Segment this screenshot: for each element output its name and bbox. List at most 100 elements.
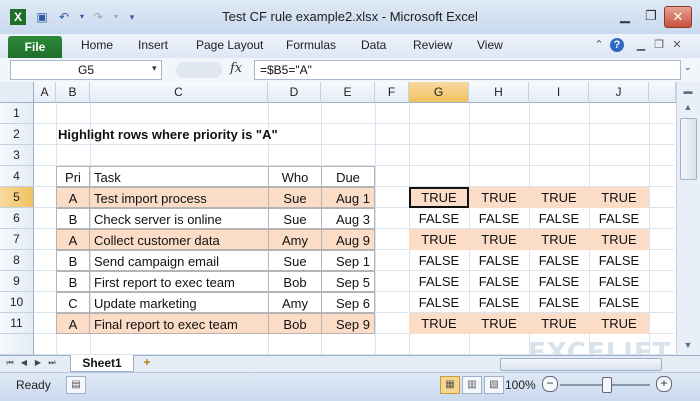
- cell-pri[interactable]: B: [56, 271, 90, 292]
- cell-result-h[interactable]: FALSE: [469, 292, 529, 313]
- cell-result-g[interactable]: FALSE: [409, 208, 469, 229]
- scroll-down-icon[interactable]: ▼: [680, 338, 696, 352]
- cell-result-j[interactable]: TRUE: [589, 187, 649, 208]
- cell-who[interactable]: Sue: [268, 208, 322, 229]
- expand-formula-bar-icon[interactable]: ⌄: [684, 62, 692, 73]
- cell-who[interactable]: Bob: [268, 271, 322, 292]
- cell-due[interactable]: Sep 5: [321, 271, 375, 292]
- cell-due[interactable]: Sep 6: [321, 292, 375, 313]
- tab-page-layout[interactable]: Page Layout: [196, 38, 263, 52]
- cell-result-h[interactable]: FALSE: [469, 271, 529, 292]
- last-sheet-icon[interactable]: ⏭: [46, 357, 58, 369]
- cell-result-j[interactable]: TRUE: [589, 313, 649, 334]
- active-cell-g5[interactable]: TRUE: [409, 187, 469, 208]
- page-layout-view-icon[interactable]: ▥: [462, 376, 482, 394]
- row-header-3[interactable]: 3: [0, 145, 34, 166]
- cell-result-g[interactable]: FALSE: [409, 250, 469, 271]
- tab-file[interactable]: File: [8, 36, 62, 58]
- column-header-e[interactable]: E: [321, 82, 375, 103]
- row-header-2[interactable]: 2: [0, 124, 34, 145]
- cell-task[interactable]: Update marketing: [89, 292, 269, 313]
- cell-who[interactable]: Bob: [268, 313, 322, 334]
- cell-result-i[interactable]: FALSE: [529, 208, 589, 229]
- column-header-j[interactable]: J: [589, 82, 649, 103]
- prev-sheet-icon[interactable]: ◀: [18, 357, 30, 369]
- column-header-d[interactable]: D: [268, 82, 321, 103]
- row-header-6[interactable]: 6: [0, 208, 34, 229]
- cell-result-g[interactable]: FALSE: [409, 271, 469, 292]
- cell-due[interactable]: Aug 9: [321, 229, 375, 250]
- horizontal-scroll-thumb[interactable]: [500, 358, 662, 371]
- column-header-k[interactable]: [649, 82, 676, 103]
- formula-input[interactable]: =$B5="A": [254, 60, 681, 80]
- tab-home[interactable]: Home: [81, 38, 113, 52]
- cell-due[interactable]: Aug 3: [321, 208, 375, 229]
- insert-function-icon[interactable]: fx: [230, 61, 242, 76]
- tab-insert[interactable]: Insert: [138, 38, 168, 52]
- cell-task[interactable]: First report to exec team: [89, 271, 269, 292]
- row-header-1[interactable]: 1: [0, 103, 34, 124]
- name-box-dropdown-icon[interactable]: ▾: [152, 63, 157, 74]
- cell-result-h[interactable]: FALSE: [469, 250, 529, 271]
- scroll-up-icon[interactable]: ▲: [680, 100, 696, 114]
- vertical-scroll-thumb[interactable]: [680, 118, 697, 180]
- row-header-5[interactable]: 5: [0, 187, 34, 208]
- cell-due[interactable]: Aug 1: [321, 187, 375, 208]
- macro-record-icon[interactable]: ▤: [66, 376, 86, 394]
- column-header-i[interactable]: I: [529, 82, 589, 103]
- minimize-ribbon-icon[interactable]: ⌃: [592, 38, 606, 52]
- tab-data[interactable]: Data: [361, 38, 386, 52]
- header-who[interactable]: Who: [268, 166, 322, 187]
- cell-pri[interactable]: C: [56, 292, 90, 313]
- column-header-f[interactable]: F: [375, 82, 409, 103]
- row-header-4[interactable]: 4: [0, 166, 34, 187]
- cell-task[interactable]: Send campaign email: [89, 250, 269, 271]
- cell-result-i[interactable]: TRUE: [529, 187, 589, 208]
- cell-who[interactable]: Sue: [268, 187, 322, 208]
- page-break-view-icon[interactable]: ▧: [484, 376, 504, 394]
- column-header-a[interactable]: A: [34, 82, 56, 103]
- cell-task[interactable]: Check server is online: [89, 208, 269, 229]
- cell-result-j[interactable]: FALSE: [589, 271, 649, 292]
- cell-due[interactable]: Sep 1: [321, 250, 375, 271]
- name-box[interactable]: G5: [10, 60, 162, 80]
- cell-result-g[interactable]: FALSE: [409, 292, 469, 313]
- header-task[interactable]: Task: [89, 166, 269, 187]
- first-sheet-icon[interactable]: ⏮: [4, 357, 16, 369]
- window-minimize-icon[interactable]: ▁: [634, 38, 648, 52]
- cell-pri[interactable]: B: [56, 208, 90, 229]
- help-icon[interactable]: ?: [610, 38, 624, 52]
- cell-result-j[interactable]: FALSE: [589, 208, 649, 229]
- split-handle-icon[interactable]: ▬: [680, 84, 696, 98]
- cell-due[interactable]: Sep 9: [321, 313, 375, 334]
- insert-sheet-icon[interactable]: ✚: [140, 357, 154, 369]
- column-header-h[interactable]: H: [469, 82, 529, 103]
- header-due[interactable]: Due: [321, 166, 375, 187]
- column-header-g[interactable]: G: [409, 82, 469, 103]
- row-header-9[interactable]: 9: [0, 271, 34, 292]
- sheet-tab-sheet1[interactable]: Sheet1: [70, 355, 134, 372]
- zoom-out-icon[interactable]: −: [542, 376, 558, 392]
- cell-who[interactable]: Amy: [268, 292, 322, 313]
- select-all-corner[interactable]: [0, 82, 34, 103]
- cell-result-h[interactable]: TRUE: [469, 313, 529, 334]
- cell-task[interactable]: Collect customer data: [89, 229, 269, 250]
- next-sheet-icon[interactable]: ▶: [32, 357, 44, 369]
- cell-result-i[interactable]: TRUE: [529, 229, 589, 250]
- tab-formulas[interactable]: Formulas: [286, 38, 336, 52]
- cell-pri[interactable]: B: [56, 250, 90, 271]
- header-pri[interactable]: Pri: [56, 166, 90, 187]
- cell-result-j[interactable]: FALSE: [589, 250, 649, 271]
- cell-who[interactable]: Sue: [268, 250, 322, 271]
- close-icon[interactable]: ✕: [664, 6, 692, 28]
- cell-pri[interactable]: A: [56, 313, 90, 334]
- cell-result-i[interactable]: FALSE: [529, 271, 589, 292]
- cell-pri[interactable]: A: [56, 229, 90, 250]
- cell-result-j[interactable]: TRUE: [589, 229, 649, 250]
- cell-who[interactable]: Amy: [268, 229, 322, 250]
- normal-view-icon[interactable]: ▦: [440, 376, 460, 394]
- row-header-11[interactable]: 11: [0, 313, 34, 334]
- cell-result-g[interactable]: TRUE: [409, 229, 469, 250]
- cell-task[interactable]: Test import process: [89, 187, 269, 208]
- row-header-7[interactable]: 7: [0, 229, 34, 250]
